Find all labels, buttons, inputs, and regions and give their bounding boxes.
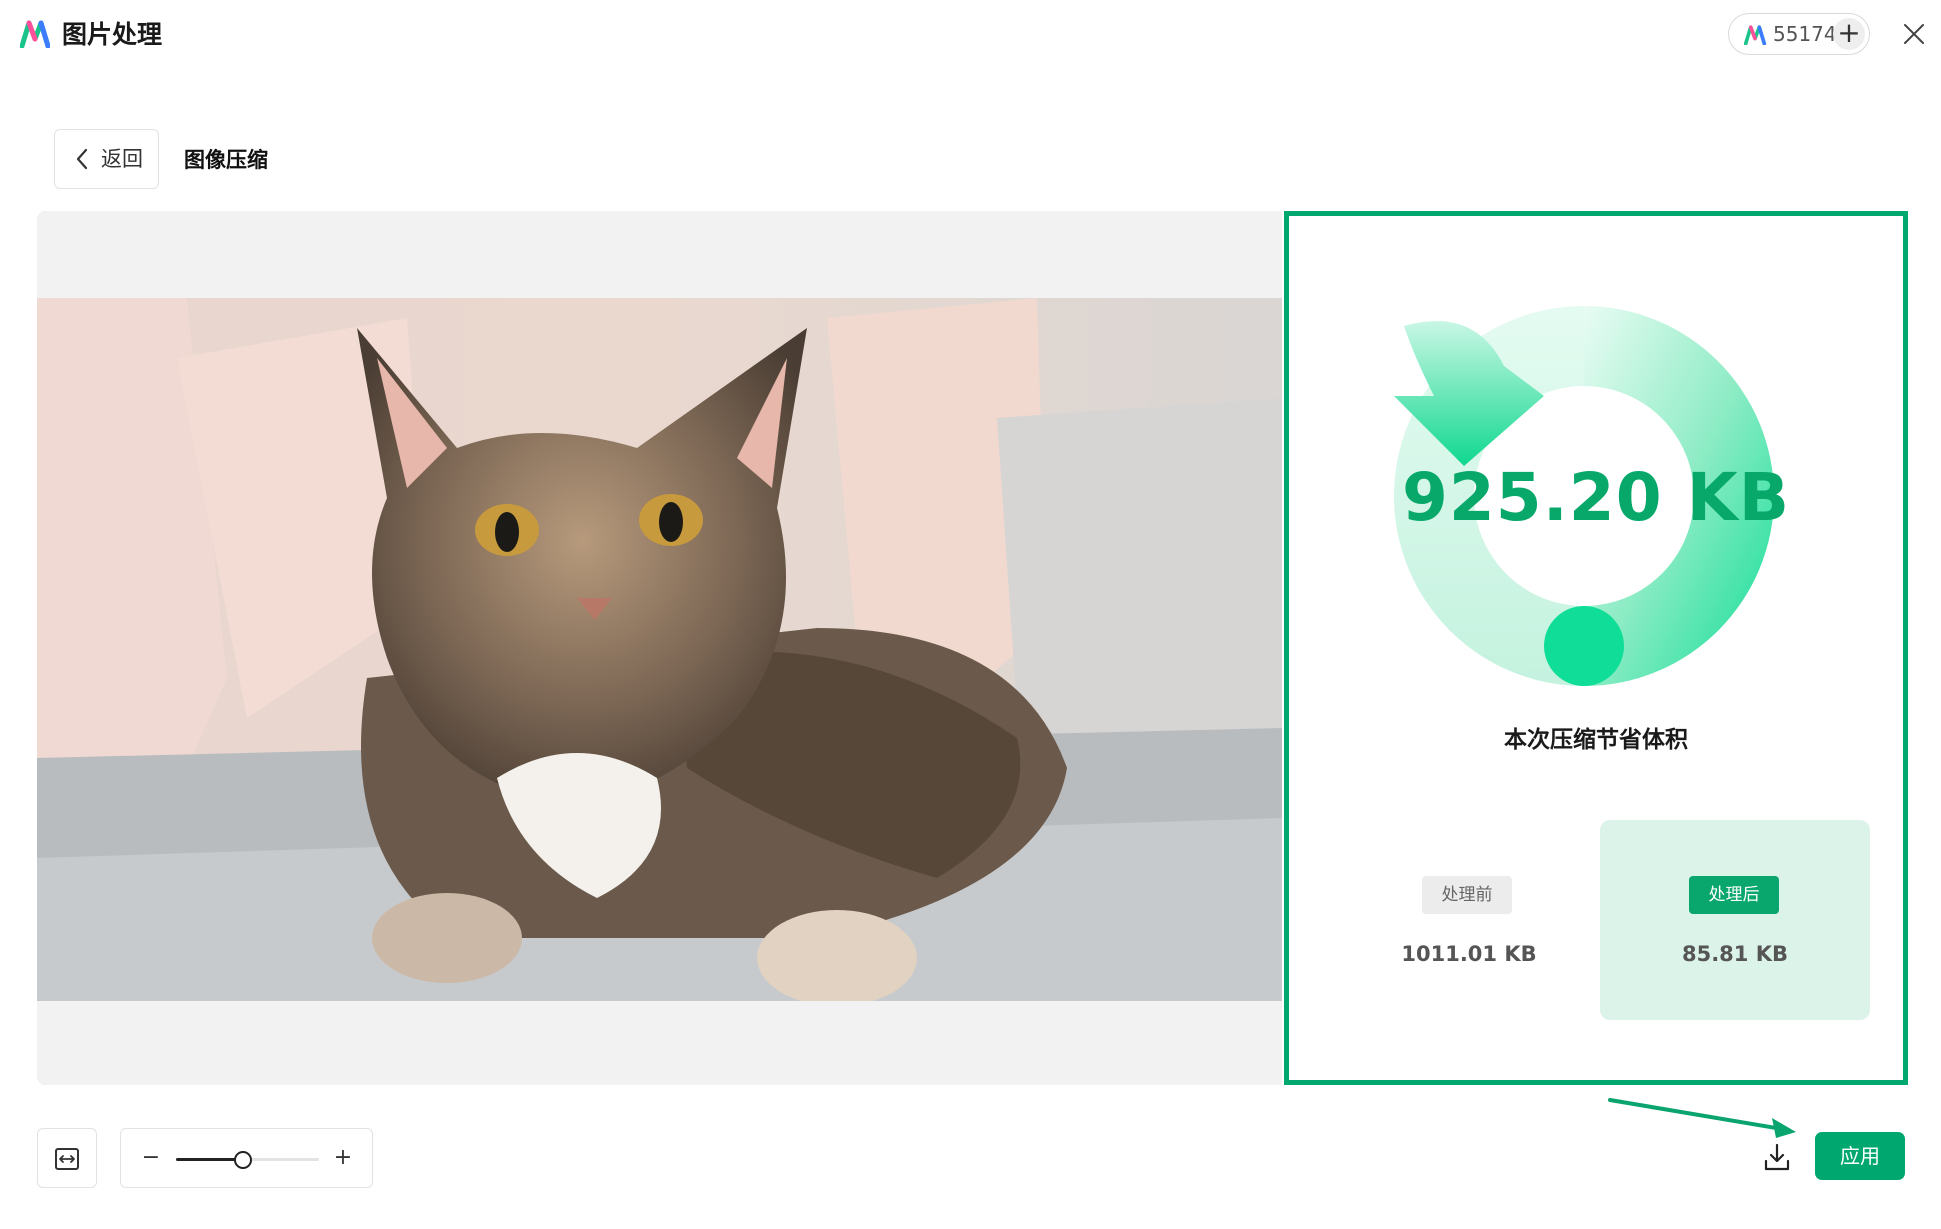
zoom-slider[interactable] bbox=[176, 1151, 319, 1169]
credits-count: 55174 bbox=[1773, 22, 1837, 46]
saved-caption: 本次压缩节省体积 bbox=[1504, 727, 1688, 753]
close-icon[interactable] bbox=[1900, 20, 1928, 48]
zoom-out-button[interactable]: − bbox=[139, 1143, 163, 1173]
title-bar: 图片处理 55174 + bbox=[0, 0, 1941, 70]
zoom-control: − + bbox=[120, 1128, 373, 1188]
after-size: 85.81 KB bbox=[1681, 942, 1788, 966]
zoom-in-button[interactable]: + bbox=[331, 1143, 355, 1173]
credits-pill[interactable]: 55174 + bbox=[1728, 13, 1870, 55]
cat-photo bbox=[37, 298, 1282, 1001]
image-preview[interactable] bbox=[37, 211, 1282, 1085]
credits-logo-icon bbox=[1743, 25, 1767, 45]
download-icon[interactable] bbox=[1763, 1141, 1791, 1173]
before-badge: 处理前 bbox=[1422, 876, 1512, 914]
zoom-slider-thumb[interactable] bbox=[234, 1151, 253, 1169]
after-card: 处理后 85.81 KB bbox=[1600, 820, 1870, 1020]
after-badge: 处理后 bbox=[1689, 876, 1779, 914]
annotation-arrow-icon bbox=[1608, 1098, 1796, 1138]
back-label: 返回 bbox=[101, 147, 143, 171]
compression-result-panel: 925.20 KB 本次压缩节省体积 处理前 1011.01 KB 处理后 85… bbox=[1284, 211, 1908, 1085]
before-size: 1011.01 KB bbox=[1401, 942, 1537, 966]
fit-width-button[interactable] bbox=[37, 1128, 97, 1188]
fit-width-icon bbox=[55, 1148, 79, 1170]
apply-button[interactable]: 应用 bbox=[1815, 1132, 1905, 1180]
back-button[interactable]: 返回 bbox=[54, 129, 159, 189]
add-credits-button[interactable]: + bbox=[1833, 18, 1865, 50]
page-title: 图像压缩 bbox=[184, 148, 268, 172]
zoom-slider-fill bbox=[176, 1158, 244, 1161]
chevron-left-icon bbox=[76, 148, 88, 170]
saved-size: 925.20 KB bbox=[1401, 459, 1791, 536]
app-title: 图片处理 bbox=[62, 20, 163, 49]
app-logo-icon bbox=[20, 20, 50, 48]
